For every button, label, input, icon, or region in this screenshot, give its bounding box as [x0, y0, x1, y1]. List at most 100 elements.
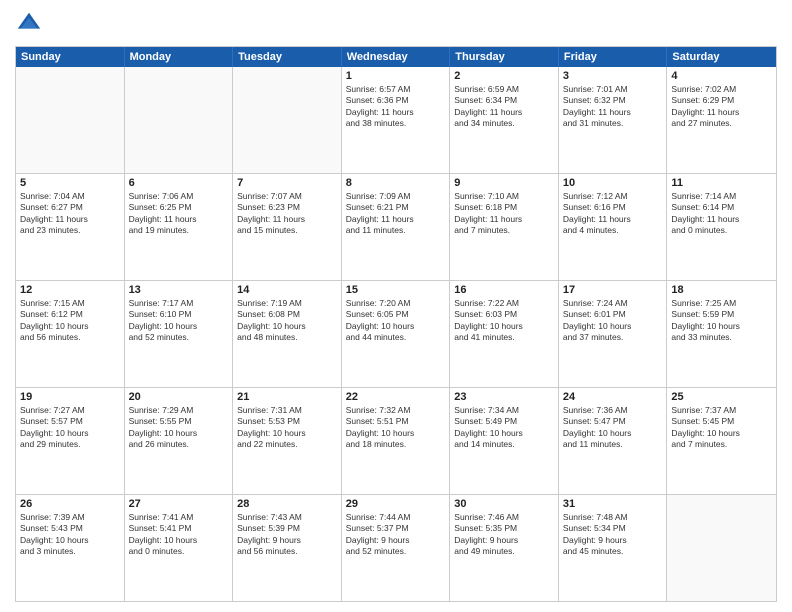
- calendar-day-2: 2Sunrise: 6:59 AM Sunset: 6:34 PM Daylig…: [450, 67, 559, 173]
- day-info: Sunrise: 7:39 AM Sunset: 5:43 PM Dayligh…: [20, 512, 120, 558]
- calendar-day-20: 20 Sunrise: 7:29 AM Sunset: 5:55 PM Dayli…: [125, 388, 234, 494]
- header-day-friday: Friday: [559, 47, 668, 67]
- calendar-empty-cell: [16, 67, 125, 173]
- day-info: Sunrise: 7:07 AM Sunset: 6:23 PM Dayligh…: [237, 191, 337, 237]
- calendar: SundayMondayTuesdayWednesdayThursdayFrid…: [15, 46, 777, 602]
- page: SundayMondayTuesdayWednesdayThursdayFrid…: [0, 0, 792, 612]
- day-info: Sunrise: 7:10 AM Sunset: 6:18 PM Dayligh…: [454, 191, 554, 237]
- day-number: 14: [237, 284, 337, 296]
- day-number: 19: [20, 391, 120, 403]
- day-info: Sunrise: 7:48 AM Sunset: 5:34 PM Dayligh…: [563, 512, 663, 558]
- header-day-sunday: Sunday: [16, 47, 125, 67]
- day-number: 31: [563, 498, 663, 510]
- calendar-row-4: 19Sunrise: 7:27 AM Sunset: 5:57 PM Dayli…: [16, 387, 776, 494]
- calendar-day-31: 31 Sunrise: 7:48 AM Sunset: 5:34 PM Dayli…: [559, 495, 668, 601]
- calendar-day-21: 21 Sunrise: 7:31 AM Sunset: 5:53 PM Dayli…: [233, 388, 342, 494]
- day-number: 4: [671, 70, 772, 82]
- logo-icon: [15, 10, 43, 38]
- header-day-tuesday: Tuesday: [233, 47, 342, 67]
- calendar-empty-cell: [125, 67, 234, 173]
- day-number: 5: [20, 177, 120, 189]
- calendar-day-9: 9 Sunrise: 7:10 AM Sunset: 6:18 PM Daylig…: [450, 174, 559, 280]
- calendar-day-15: 15Sunrise: 7:20 AM Sunset: 6:05 PM Dayli…: [342, 281, 451, 387]
- day-info: Sunrise: 7:36 AM Sunset: 5:47 PM Dayligh…: [563, 405, 663, 451]
- day-info: Sunrise: 7:24 AM Sunset: 6:01 PM Dayligh…: [563, 298, 663, 344]
- day-info: Sunrise: 7:25 AM Sunset: 5:59 PM Dayligh…: [671, 298, 772, 344]
- calendar-header: SundayMondayTuesdayWednesdayThursdayFrid…: [16, 47, 776, 67]
- day-info: Sunrise: 7:22 AM Sunset: 6:03 PM Dayligh…: [454, 298, 554, 344]
- day-info: Sunrise: 7:15 AM Sunset: 6:12 PM Dayligh…: [20, 298, 120, 344]
- day-info: Sunrise: 7:12 AM Sunset: 6:16 PM Dayligh…: [563, 191, 663, 237]
- calendar-row-2: 5Sunrise: 7:04 AM Sunset: 6:27 PM Daylig…: [16, 173, 776, 280]
- day-number: 6: [129, 177, 229, 189]
- day-number: 30: [454, 498, 554, 510]
- day-info: Sunrise: 7:01 AM Sunset: 6:32 PM Dayligh…: [563, 84, 663, 130]
- calendar-day-5: 5Sunrise: 7:04 AM Sunset: 6:27 PM Daylig…: [16, 174, 125, 280]
- header: [15, 10, 777, 38]
- calendar-day-28: 28 Sunrise: 7:43 AM Sunset: 5:39 PM Dayli…: [233, 495, 342, 601]
- day-info: Sunrise: 7:34 AM Sunset: 5:49 PM Dayligh…: [454, 405, 554, 451]
- calendar-day-29: 29Sunrise: 7:44 AM Sunset: 5:37 PM Dayli…: [342, 495, 451, 601]
- day-number: 7: [237, 177, 337, 189]
- calendar-row-5: 26Sunrise: 7:39 AM Sunset: 5:43 PM Dayli…: [16, 494, 776, 601]
- day-number: 12: [20, 284, 120, 296]
- day-info: Sunrise: 7:43 AM Sunset: 5:39 PM Dayligh…: [237, 512, 337, 558]
- day-number: 9: [454, 177, 554, 189]
- day-number: 20: [129, 391, 229, 403]
- day-number: 22: [346, 391, 446, 403]
- calendar-row-3: 12 Sunrise: 7:15 AM Sunset: 6:12 PM Dayli…: [16, 280, 776, 387]
- day-info: Sunrise: 7:29 AM Sunset: 5:55 PM Dayligh…: [129, 405, 229, 451]
- calendar-day-23: 23Sunrise: 7:34 AM Sunset: 5:49 PM Dayli…: [450, 388, 559, 494]
- day-number: 13: [129, 284, 229, 296]
- day-info: Sunrise: 7:02 AM Sunset: 6:29 PM Dayligh…: [671, 84, 772, 130]
- calendar-day-12: 12 Sunrise: 7:15 AM Sunset: 6:12 PM Dayli…: [16, 281, 125, 387]
- day-info: Sunrise: 7:09 AM Sunset: 6:21 PM Dayligh…: [346, 191, 446, 237]
- day-number: 3: [563, 70, 663, 82]
- day-info: Sunrise: 6:57 AM Sunset: 6:36 PM Dayligh…: [346, 84, 446, 130]
- calendar-day-25: 25Sunrise: 7:37 AM Sunset: 5:45 PM Dayli…: [667, 388, 776, 494]
- header-day-thursday: Thursday: [450, 47, 559, 67]
- header-day-wednesday: Wednesday: [342, 47, 451, 67]
- day-info: Sunrise: 7:31 AM Sunset: 5:53 PM Dayligh…: [237, 405, 337, 451]
- day-number: 11: [671, 177, 772, 189]
- calendar-empty-cell: [233, 67, 342, 173]
- day-number: 17: [563, 284, 663, 296]
- calendar-day-10: 10 Sunrise: 7:12 AM Sunset: 6:16 PM Dayli…: [559, 174, 668, 280]
- day-number: 10: [563, 177, 663, 189]
- day-number: 1: [346, 70, 446, 82]
- day-number: 25: [671, 391, 772, 403]
- calendar-empty-cell: [667, 495, 776, 601]
- day-number: 21: [237, 391, 337, 403]
- calendar-day-19: 19Sunrise: 7:27 AM Sunset: 5:57 PM Dayli…: [16, 388, 125, 494]
- day-number: 27: [129, 498, 229, 510]
- day-info: Sunrise: 7:14 AM Sunset: 6:14 PM Dayligh…: [671, 191, 772, 237]
- calendar-day-3: 3 Sunrise: 7:01 AM Sunset: 6:32 PM Daylig…: [559, 67, 668, 173]
- day-number: 24: [563, 391, 663, 403]
- calendar-day-26: 26Sunrise: 7:39 AM Sunset: 5:43 PM Dayli…: [16, 495, 125, 601]
- calendar-day-4: 4 Sunrise: 7:02 AM Sunset: 6:29 PM Daylig…: [667, 67, 776, 173]
- calendar-row-1: 1 Sunrise: 6:57 AM Sunset: 6:36 PM Daylig…: [16, 67, 776, 173]
- day-info: Sunrise: 7:41 AM Sunset: 5:41 PM Dayligh…: [129, 512, 229, 558]
- day-info: Sunrise: 7:46 AM Sunset: 5:35 PM Dayligh…: [454, 512, 554, 558]
- day-number: 8: [346, 177, 446, 189]
- calendar-day-8: 8 Sunrise: 7:09 AM Sunset: 6:21 PM Daylig…: [342, 174, 451, 280]
- calendar-day-11: 11 Sunrise: 7:14 AM Sunset: 6:14 PM Dayli…: [667, 174, 776, 280]
- calendar-day-22: 22Sunrise: 7:32 AM Sunset: 5:51 PM Dayli…: [342, 388, 451, 494]
- day-number: 29: [346, 498, 446, 510]
- calendar-day-1: 1 Sunrise: 6:57 AM Sunset: 6:36 PM Daylig…: [342, 67, 451, 173]
- day-info: Sunrise: 7:17 AM Sunset: 6:10 PM Dayligh…: [129, 298, 229, 344]
- day-number: 28: [237, 498, 337, 510]
- day-number: 15: [346, 284, 446, 296]
- header-day-monday: Monday: [125, 47, 234, 67]
- day-info: Sunrise: 7:06 AM Sunset: 6:25 PM Dayligh…: [129, 191, 229, 237]
- calendar-day-24: 24 Sunrise: 7:36 AM Sunset: 5:47 PM Dayli…: [559, 388, 668, 494]
- calendar-day-6: 6 Sunrise: 7:06 AM Sunset: 6:25 PM Daylig…: [125, 174, 234, 280]
- day-number: 16: [454, 284, 554, 296]
- calendar-body: 1 Sunrise: 6:57 AM Sunset: 6:36 PM Daylig…: [16, 67, 776, 601]
- calendar-day-30: 30 Sunrise: 7:46 AM Sunset: 5:35 PM Dayli…: [450, 495, 559, 601]
- calendar-day-7: 7 Sunrise: 7:07 AM Sunset: 6:23 PM Daylig…: [233, 174, 342, 280]
- logo: [15, 10, 47, 38]
- day-info: Sunrise: 7:19 AM Sunset: 6:08 PM Dayligh…: [237, 298, 337, 344]
- calendar-day-16: 16 Sunrise: 7:22 AM Sunset: 6:03 PM Dayli…: [450, 281, 559, 387]
- calendar-day-17: 17 Sunrise: 7:24 AM Sunset: 6:01 PM Dayli…: [559, 281, 668, 387]
